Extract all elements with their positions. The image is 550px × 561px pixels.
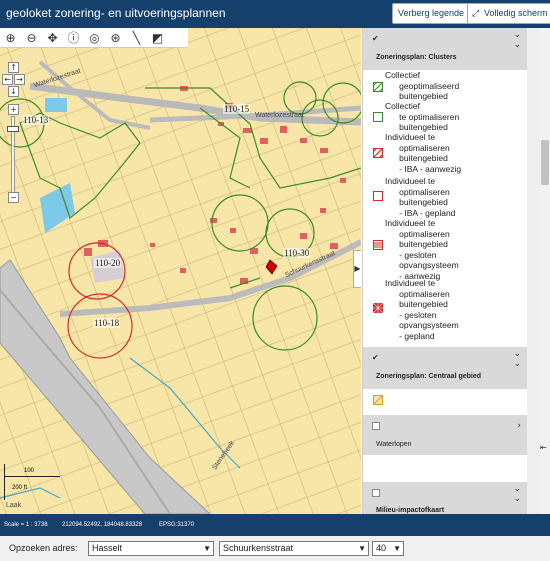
info-icon[interactable]: ⓘ: [63, 28, 84, 48]
hatch-green-swatch: [373, 82, 383, 92]
hatch-red-swatch: [373, 148, 383, 158]
hatch-orange-swatch: [373, 395, 383, 405]
cluster-label: 110-15: [223, 104, 251, 114]
pan-icon[interactable]: ✥: [42, 28, 63, 48]
scrollbar-thumb[interactable]: [541, 140, 549, 185]
cluster-label: 110-13: [22, 115, 50, 125]
collapse-panel-button[interactable]: ▶: [353, 250, 361, 288]
zoom-box-icon[interactable]: ◎: [84, 28, 105, 48]
legend-item-label: Individueel te optimaliseren buitengebie…: [385, 218, 459, 281]
chevron-down-icon[interactable]: ⌄ ⌄: [513, 30, 521, 50]
title-bar: geoloket zonering- en uitvoeringsplannen…: [0, 0, 550, 28]
street-select[interactable]: Schuurkensstraat ▼: [219, 541, 369, 556]
dropdown-arrow-icon: ▼: [393, 544, 401, 553]
section-title: Milieu-impactofkaart: [376, 507, 445, 514]
outline-green-swatch: [373, 112, 383, 122]
street-value: Schuurkensstraat: [223, 543, 294, 553]
pan-up-button[interactable]: ↑: [8, 62, 19, 73]
scale-text-top: 100: [24, 468, 35, 474]
fullscreen-icon: ⤢: [472, 8, 480, 18]
legend-item-label: Individueel te optimaliseren buitengebie…: [385, 278, 459, 341]
dropdown-arrow-icon: ▼: [358, 544, 366, 553]
expand-arrow-icon[interactable]: ⇤: [540, 443, 547, 452]
fullscreen-label: Volledig scherm: [484, 8, 548, 18]
cluster-label: 110-20: [94, 258, 122, 268]
cross-red-swatch: [373, 303, 383, 313]
municipality-select[interactable]: Hasselt ▼: [88, 541, 214, 556]
legend-panel: ✔ ⌄ ⌄ Zoneringsplan: Clusters Collectief …: [362, 28, 550, 514]
cluster-label: 110-18: [93, 318, 121, 328]
zoom-slider-handle[interactable]: [7, 126, 19, 132]
street-label: Waterlozestraat: [255, 112, 304, 119]
checkbox-checked-icon[interactable]: ✔: [372, 35, 380, 43]
housenumber-select[interactable]: 40 ▼: [372, 541, 404, 556]
status-bar: Scale = 1 : 3738 212094.52492, 184048.83…: [0, 514, 550, 536]
zoom-out-button[interactable]: −: [8, 192, 19, 203]
legend-item-label: Collectief te optimaliseren buitengebied: [385, 101, 460, 132]
checkbox-empty-icon[interactable]: [372, 489, 380, 497]
measure-icon[interactable]: ╲: [126, 28, 147, 48]
scale-readout: Scale = 1 : 3738: [4, 522, 48, 528]
legend-section-clusters[interactable]: ✔ ⌄ ⌄ Zoneringsplan: Clusters: [363, 28, 527, 70]
map-toolbar: ⊕ ⊖ ✥ ⓘ ◎ ⊛ ╲ ◩: [0, 28, 188, 48]
cluster-legend: Collectief geoptimaliseerd buitengebied …: [363, 70, 527, 347]
outline-red-swatch: [373, 191, 383, 201]
scale-bar: 100 200 ft: [4, 462, 64, 502]
lines-red-swatch: [373, 240, 383, 250]
fullscreen-button[interactable]: ⤢ Volledig scherm: [467, 3, 550, 24]
pan-left-button[interactable]: ←: [2, 74, 13, 85]
chevron-right-icon[interactable]: ›: [517, 421, 521, 431]
map-view[interactable]: 110-15 110-13 110-30 110-20 110-18 Water…: [0, 28, 361, 514]
identify-icon[interactable]: ◩: [147, 28, 168, 48]
legend-scrollbar[interactable]: [540, 28, 550, 514]
waterlopen-legend: [363, 455, 527, 482]
legend-item-label: Individueel te optimaliseren buitengebie…: [385, 176, 456, 218]
map-canvas[interactable]: [0, 28, 361, 514]
zoom-in-button[interactable]: +: [8, 104, 19, 115]
zoom-out-icon[interactable]: ⊖: [21, 28, 42, 48]
cluster-label: 110-30: [283, 248, 311, 258]
legend-item-label: Collectief geoptimaliseerd buitengebied: [385, 70, 460, 101]
zoom-in-icon[interactable]: ⊕: [0, 28, 21, 48]
section-title: Zoneringsplan: Centraal gebied: [376, 373, 482, 380]
app-title: geoloket zonering- en uitvoeringsplannen: [6, 6, 226, 20]
section-title: Zoneringsplan: Clusters: [376, 54, 457, 61]
housenumber-value: 40: [376, 543, 387, 553]
chevron-down-icon[interactable]: ⌄ ⌄: [513, 349, 521, 369]
search-label: Opzoeken adres:: [9, 543, 78, 553]
water-label: Laak: [6, 502, 22, 509]
hide-legend-button[interactable]: Verberg legende: [392, 3, 471, 24]
pan-down-button[interactable]: ↓: [8, 86, 19, 97]
epsg-readout: EPSG:31370: [159, 522, 195, 528]
legend-section-milieu[interactable]: ⌄ ⌄ Milieu-impactofkaart: [363, 482, 527, 514]
checkbox-checked-icon[interactable]: ✔: [372, 354, 380, 362]
chevron-down-icon[interactable]: ⌄ ⌄: [513, 484, 521, 504]
centraal-legend: [363, 389, 527, 415]
legend-item-label: Individueel te optimaliseren buitengebie…: [385, 132, 462, 174]
section-title: Waterlopen: [376, 441, 412, 448]
municipality-value: Hasselt: [92, 543, 123, 553]
legend-section-waterlopen[interactable]: › Waterlopen: [363, 415, 527, 455]
address-search-bar: Opzoeken adres: Hasselt ▼ Schuurkensstra…: [0, 536, 550, 561]
scale-text: 200 ft: [12, 485, 28, 491]
dropdown-arrow-icon: ▼: [203, 544, 211, 553]
coordinates-readout: 212094.52492, 184048.83328: [62, 522, 143, 528]
legend-section-centraal[interactable]: ✔ ⌄ ⌄ Zoneringsplan: Centraal gebied: [363, 347, 527, 389]
zoom-box-out-icon[interactable]: ⊛: [105, 28, 126, 48]
pan-right-button[interactable]: →: [14, 74, 25, 85]
checkbox-empty-icon[interactable]: [372, 422, 380, 430]
